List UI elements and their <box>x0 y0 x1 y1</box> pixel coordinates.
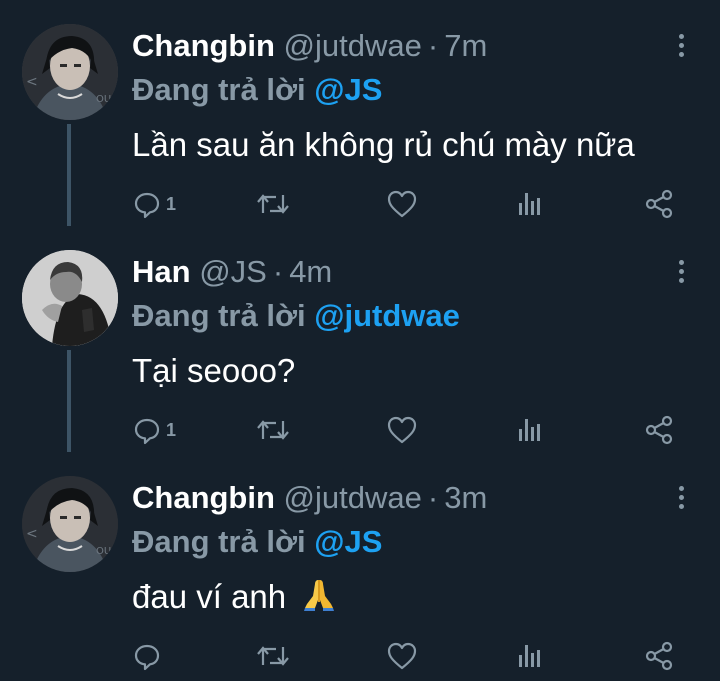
display-name[interactable]: Changbin <box>132 28 275 63</box>
reply-button[interactable] <box>132 640 166 672</box>
like-icon <box>387 642 417 670</box>
share-icon <box>645 641 673 671</box>
stats-icon <box>519 645 540 667</box>
tweet-text: đau ví anh <box>132 576 337 622</box>
folded-hands-emoji-icon <box>301 576 337 622</box>
tweet-header: Han @JS · 4m <box>132 252 332 292</box>
replying-to: Đang trả lời @JS <box>132 70 382 110</box>
retweet-button[interactable] <box>256 188 290 220</box>
tweet[interactable]: Han @JS · 4m Đang trả lời @jutdwae Tại seo… <box>0 226 720 452</box>
reply-icon <box>134 644 160 671</box>
stats-icon <box>519 419 540 441</box>
share-icon <box>645 189 673 219</box>
like-button[interactable] <box>386 188 418 220</box>
share-icon <box>645 415 673 445</box>
replying-to-label: Đang trả lời <box>132 72 306 107</box>
tweet-header: Changbin @jutdwae · 3m <box>132 478 487 518</box>
tweet[interactable]: < OU Changbin @jutdwae · 7m Đang trả lời @… <box>0 0 720 226</box>
replying-to-label: Đang trả lời <box>132 524 306 559</box>
timestamp[interactable]: 4m <box>289 254 332 289</box>
more-options-icon[interactable] <box>670 34 692 58</box>
svg-text:<: < <box>26 526 38 542</box>
like-icon <box>387 190 417 218</box>
reply-count: 1 <box>166 193 177 214</box>
tweet-header: Changbin @jutdwae · 7m <box>132 26 487 66</box>
mention-link[interactable]: @jutdwae <box>314 298 460 333</box>
retweet-button[interactable] <box>256 414 290 446</box>
retweet-icon <box>257 646 289 666</box>
display-name[interactable]: Changbin <box>132 480 275 515</box>
reply-count: 1 <box>166 419 177 440</box>
share-button[interactable] <box>644 188 674 220</box>
timestamp[interactable]: 3m <box>444 480 487 515</box>
reply-button[interactable]: 1 <box>132 188 176 220</box>
share-button[interactable] <box>644 414 674 446</box>
reply-icon <box>134 418 160 445</box>
like-icon <box>387 416 417 444</box>
like-button[interactable] <box>386 414 418 446</box>
share-button[interactable] <box>644 640 674 672</box>
retweet-icon <box>257 420 289 440</box>
avatar[interactable]: < OU <box>22 476 118 572</box>
thread-line <box>67 124 71 226</box>
stats-icon <box>519 193 540 215</box>
tweet[interactable]: < OU Changbin @jutdwae · 3m Đang trả lời @… <box>0 452 720 678</box>
replying-to: Đang trả lời @jutdwae <box>132 296 460 336</box>
svg-text:OU: OU <box>96 94 111 105</box>
separator: · <box>427 480 439 515</box>
user-handle[interactable]: @jutdwae <box>284 28 422 63</box>
more-options-icon[interactable] <box>670 486 692 510</box>
tweet-text: Lần sau ăn không rủ chú mày nữa <box>132 124 635 166</box>
separator: · <box>272 254 284 289</box>
avatar[interactable]: < OU <box>22 24 118 120</box>
retweet-icon <box>257 194 289 214</box>
display-name[interactable]: Han <box>132 254 191 289</box>
tweet-text-content: Tại seooo? <box>132 352 296 389</box>
replying-to-label: Đang trả lời <box>132 298 306 333</box>
separator: · <box>427 28 439 63</box>
tweet-text: Tại seooo? <box>132 350 295 392</box>
svg-text:OU: OU <box>96 546 111 557</box>
avatar-image <box>22 250 118 346</box>
retweet-button[interactable] <box>256 640 290 672</box>
tweet-text-content: đau ví anh <box>132 578 287 615</box>
reply-button[interactable]: 1 <box>132 414 176 446</box>
user-handle[interactable]: @JS <box>199 254 267 289</box>
avatar-image: < OU <box>22 476 118 572</box>
stats-button[interactable] <box>514 414 544 446</box>
avatar[interactable] <box>22 250 118 346</box>
like-button[interactable] <box>386 640 418 672</box>
svg-text:<: < <box>26 74 38 90</box>
mention-link[interactable]: @JS <box>314 72 382 107</box>
stats-button[interactable] <box>514 640 544 672</box>
timestamp[interactable]: 7m <box>444 28 487 63</box>
user-handle[interactable]: @jutdwae <box>284 480 422 515</box>
tweet-text-content: Lần sau ăn không rủ chú mày nữa <box>132 126 635 163</box>
more-options-icon[interactable] <box>670 260 692 284</box>
thread-line <box>67 350 71 452</box>
stats-button[interactable] <box>514 188 544 220</box>
replying-to: Đang trả lời @JS <box>132 522 382 562</box>
mention-link[interactable]: @JS <box>314 524 382 559</box>
reply-icon <box>134 192 160 219</box>
avatar-image: < OU <box>22 24 118 120</box>
